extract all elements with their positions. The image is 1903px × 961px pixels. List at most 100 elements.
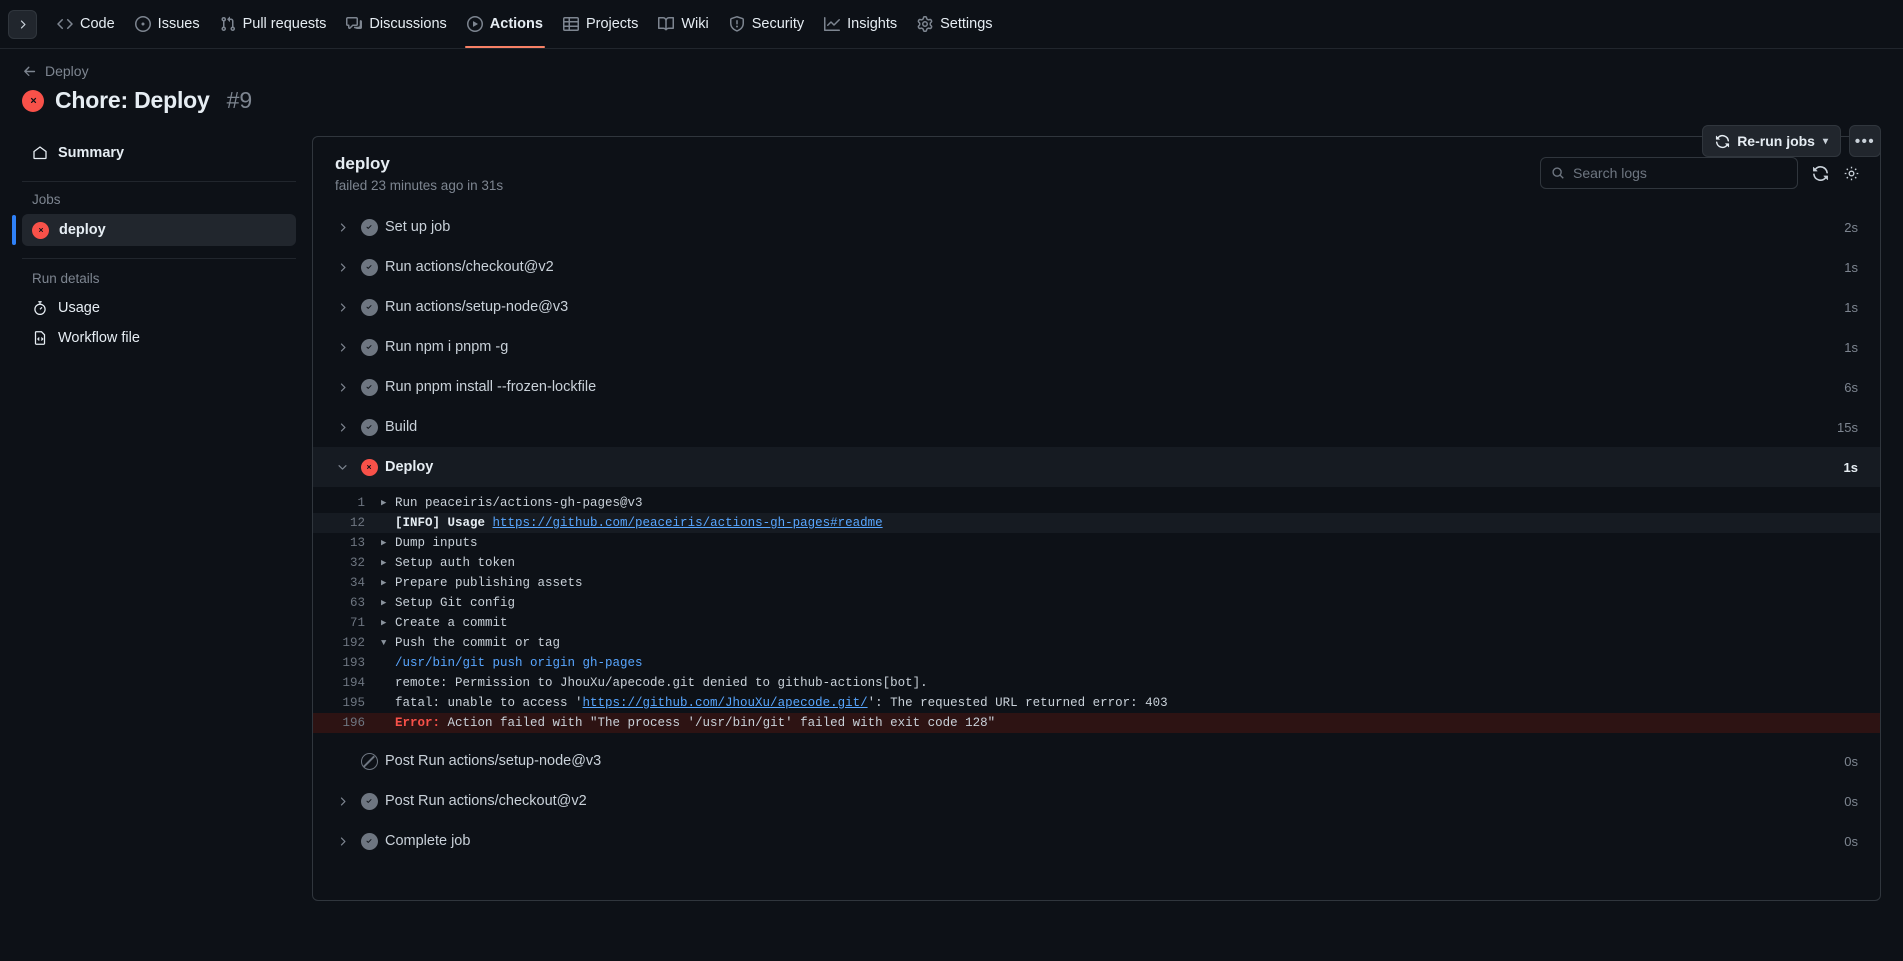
- graph-icon: [824, 16, 841, 32]
- nav-item-label: Pull requests: [242, 16, 327, 32]
- log-group-toggle[interactable]: ▶: [381, 493, 395, 513]
- step-duration: 1s: [1844, 259, 1858, 275]
- step-toggle-caret[interactable]: [331, 301, 353, 314]
- log-line-number: 13: [349, 536, 365, 550]
- step-name: Post Run actions/checkout@v2: [385, 793, 587, 809]
- log-line: 71 ▶ Create a commit: [313, 613, 1880, 633]
- log-output: 1 ▶ Run peaceiris/actions-gh-pages@v3 12 [IN…: [313, 487, 1880, 741]
- re-run-jobs-button[interactable]: Re-run jobs ▾: [1702, 125, 1841, 157]
- step-name: Complete job: [385, 833, 471, 849]
- log-line: 194 remote: Permission to JhouXu/apecode.…: [313, 673, 1880, 693]
- log-line-text: Create a commit: [395, 616, 508, 630]
- nav-item-wiki[interactable]: Wiki: [648, 1, 718, 48]
- search-logs-box[interactable]: [1540, 157, 1798, 189]
- job-status-text: failed 23 minutes ago in 31s: [335, 178, 504, 193]
- run-number: #9: [226, 87, 253, 113]
- log-group-toggle[interactable]: ▼: [381, 633, 395, 653]
- step-row[interactable]: Build 15s: [313, 407, 1880, 447]
- nav-item-security[interactable]: Security: [719, 1, 814, 48]
- step-duration: 1s: [1843, 459, 1858, 475]
- log-line-text: Run peaceiris/actions-gh-pages@v3: [395, 496, 643, 510]
- sidebar-item-label: Summary: [58, 144, 125, 161]
- step-name: Post Run actions/setup-node@v3: [385, 753, 602, 769]
- log-group-toggle[interactable]: ▶: [381, 573, 395, 593]
- step-row[interactable]: Set up job 2s: [313, 207, 1880, 247]
- nav-item-discussions[interactable]: Discussions: [336, 1, 456, 48]
- sidebar-job-label: deploy: [59, 222, 106, 238]
- log-group-toggle[interactable]: ▶: [381, 533, 395, 553]
- header-actions: Re-run jobs ▾ •••: [1702, 125, 1881, 157]
- step-toggle-caret[interactable]: [331, 341, 353, 354]
- log-group-toggle[interactable]: ▶: [381, 553, 395, 573]
- log-line-number: 1: [357, 496, 365, 510]
- log-line-number: 196: [342, 716, 365, 730]
- step-row[interactable]: Run actions/checkout@v2 1s: [313, 247, 1880, 287]
- search-logs-input[interactable]: [1573, 165, 1787, 181]
- step-toggle-caret[interactable]: [331, 835, 353, 848]
- step-toggle-caret[interactable]: [331, 381, 353, 394]
- nav-item-issues[interactable]: Issues: [125, 1, 210, 48]
- refresh-logs-button[interactable]: [1812, 165, 1829, 182]
- step-status-icon: [353, 792, 385, 810]
- nav-item-insights[interactable]: Insights: [814, 1, 907, 48]
- sidebar-run-details-heading: Run details: [32, 271, 100, 286]
- issue-opened-icon: [134, 16, 151, 32]
- step-duration: 0s: [1844, 833, 1858, 849]
- step-duration: 0s: [1844, 793, 1858, 809]
- gear-icon: [917, 16, 933, 32]
- nav-item-pull-requests[interactable]: Pull requests: [210, 1, 337, 48]
- run-sidebar: Summary Jobs deploy Run details Usage Wo…: [12, 136, 312, 947]
- sidebar-item-usage[interactable]: Usage: [22, 293, 296, 323]
- step-row[interactable]: Run pnpm install --frozen-lockfile 6s: [313, 367, 1880, 407]
- x-circle-fill-icon: [360, 458, 378, 476]
- step-row[interactable]: Post Run actions/setup-node@v3 0s: [313, 741, 1880, 781]
- log-line: 1 ▶ Run peaceiris/actions-gh-pages@v3: [313, 493, 1880, 513]
- back-to-workflow-link[interactable]: Deploy: [22, 63, 89, 79]
- nav-item-projects[interactable]: Projects: [553, 1, 648, 48]
- book-icon: [658, 16, 675, 32]
- step-toggle-caret[interactable]: [331, 795, 353, 808]
- check-circle-icon: [360, 792, 378, 810]
- nav-item-label: Actions: [489, 16, 543, 32]
- log-line-text: fatal: unable to access 'https://github.…: [395, 696, 1168, 710]
- log-group-toggle[interactable]: ▶: [381, 593, 395, 613]
- check-circle-icon: [360, 832, 378, 850]
- step-row[interactable]: Post Run actions/checkout@v2 0s: [313, 781, 1880, 821]
- log-line: 34 ▶ Prepare publishing assets: [313, 573, 1880, 593]
- stopwatch-icon: [32, 300, 48, 316]
- log-line-number: 71: [349, 616, 365, 630]
- step-duration: 1s: [1844, 299, 1858, 315]
- x-circle-fill-icon: [22, 89, 44, 112]
- steps-list: Set up job 2s Run actions/checkout@v2 1s Run…: [313, 207, 1880, 900]
- step-name: Set up job: [385, 219, 451, 235]
- log-group-toggle[interactable]: ▶: [381, 613, 395, 633]
- sidebar-expand-button[interactable]: [8, 9, 37, 39]
- more-options-button[interactable]: •••: [1849, 125, 1881, 157]
- step-toggle-caret[interactable]: [331, 221, 353, 234]
- log-settings-button[interactable]: [1843, 165, 1860, 182]
- step-status-icon: [353, 752, 385, 770]
- nav-item-actions[interactable]: Actions: [457, 1, 553, 48]
- sidebar-item-workflow-file[interactable]: Workflow file: [22, 323, 296, 353]
- run-header: Deploy Chore: Deploy #9 Re-run jobs ▾ ••…: [0, 49, 1903, 157]
- run-body: Summary Jobs deploy Run details Usage Wo…: [0, 114, 1903, 947]
- page-title: Chore: Deploy: [55, 87, 210, 113]
- log-line-number: 12: [349, 516, 365, 530]
- step-row[interactable]: Complete job 0s: [313, 821, 1880, 861]
- sidebar-item-deploy-job[interactable]: deploy: [12, 214, 296, 246]
- step-toggle-caret[interactable]: [331, 421, 353, 434]
- step-duration: 2s: [1844, 219, 1858, 235]
- step-row[interactable]: Run actions/setup-node@v3 1s: [313, 287, 1880, 327]
- nav-item-label: Code: [80, 16, 115, 32]
- sidebar-run-details-group: Run details Usage Workflow file: [22, 269, 296, 353]
- step-row[interactable]: Run npm i pnpm -g 1s: [313, 327, 1880, 367]
- sidebar-item-summary[interactable]: Summary: [22, 136, 296, 169]
- nav-item-settings[interactable]: Settings: [907, 1, 1002, 48]
- log-line-text: Setup auth token: [395, 556, 516, 570]
- step-row[interactable]: Deploy 1s: [313, 447, 1880, 487]
- step-toggle-caret[interactable]: [331, 261, 353, 274]
- chevron-right-icon: [340, 302, 346, 312]
- nav-item-code[interactable]: Code: [47, 1, 125, 48]
- log-line-text: Push the commit or tag: [395, 636, 561, 650]
- step-toggle-caret[interactable]: [331, 461, 353, 474]
